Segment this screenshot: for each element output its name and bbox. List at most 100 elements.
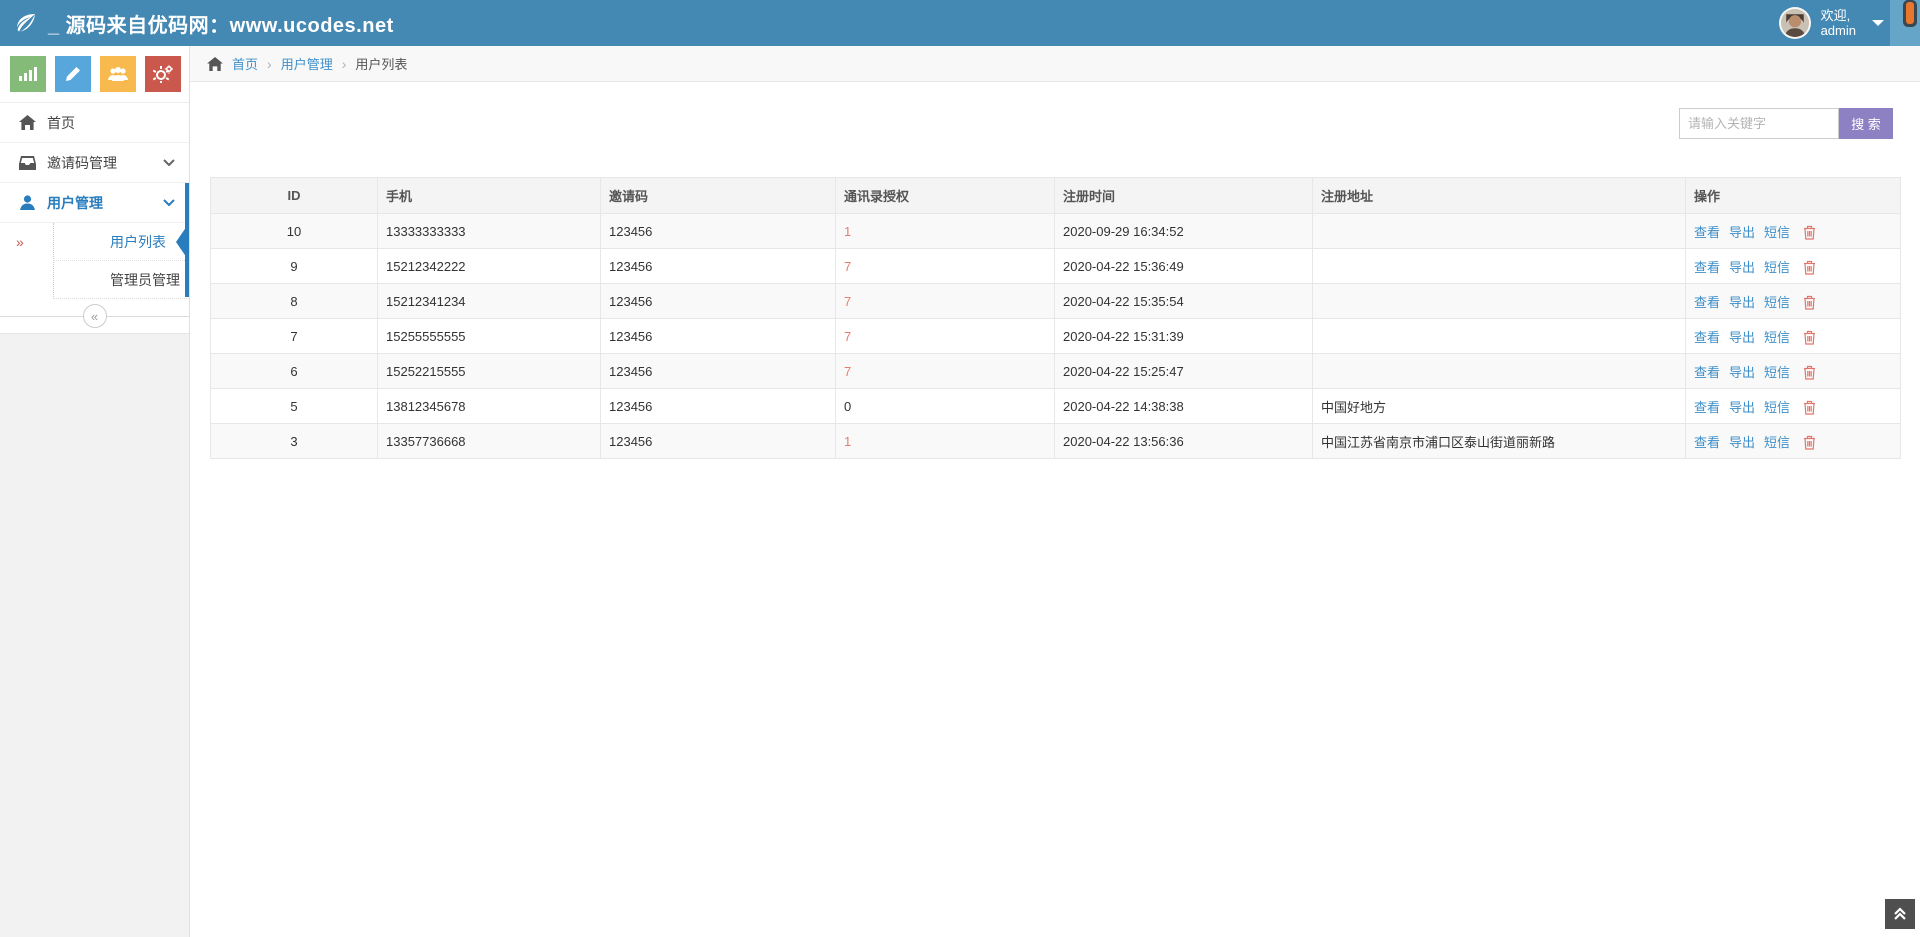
cell-contacts-auth: 7 [836,354,1055,389]
sms-link[interactable]: 短信 [1764,295,1790,310]
cell-phone: 15212342222 [378,249,601,284]
table-row: 61525221555512345672020-04-22 15:25:47查看… [211,354,1901,389]
cell-actions: 查看导出短信 [1686,354,1901,389]
table-row: 51381234567812345602020-04-22 14:38:38中国… [211,389,1901,424]
view-link[interactable]: 查看 [1694,365,1720,380]
breadcrumb-home-link[interactable]: 首页 [232,54,258,73]
cell-invite-code: 123456 [601,389,836,424]
search-input[interactable] [1679,108,1839,139]
view-link[interactable]: 查看 [1694,225,1720,240]
cell-contacts-auth: 1 [836,424,1055,459]
trash-icon [1803,330,1816,345]
cell-register-time: 2020-04-22 13:56:36 [1055,424,1313,459]
users-icon [108,66,128,82]
sms-link[interactable]: 短信 [1764,365,1790,380]
column-header-contacts-auth: 通讯录授权 [836,178,1055,214]
delete-button[interactable] [1803,295,1816,310]
sidebar-item-label: 管理员管理 [110,270,180,290]
cell-register-time: 2020-04-22 15:36:49 [1055,249,1313,284]
cell-invite-code: 123456 [601,424,836,459]
view-link[interactable]: 查看 [1694,330,1720,345]
cell-actions: 查看导出短信 [1686,389,1901,424]
scrollbar-thumb-inner [1906,2,1914,24]
sms-link[interactable]: 短信 [1764,225,1790,240]
search-button[interactable]: 搜 索 [1839,108,1893,139]
view-link[interactable]: 查看 [1694,400,1720,415]
column-header-register-address: 注册地址 [1313,178,1686,214]
avatar-photo [1781,9,1809,37]
column-header-invite-code: 邀请码 [601,178,836,214]
delete-button[interactable] [1803,435,1816,450]
sidebar-item-user-management[interactable]: 用户管理 [0,183,189,223]
bar-chart-icon [19,66,37,82]
avatar[interactable] [1779,7,1811,39]
cell-id: 7 [211,319,378,354]
cell-contacts-auth: 7 [836,319,1055,354]
cell-phone: 13812345678 [378,389,601,424]
sms-link[interactable]: 短信 [1764,330,1790,345]
sidebar-item-invite-codes[interactable]: 邀请码管理 [0,143,189,183]
sms-link[interactable]: 短信 [1764,435,1790,450]
export-link[interactable]: 导出 [1729,365,1755,380]
sidebar-item-home[interactable]: 首页 [0,103,189,143]
cell-register-time: 2020-04-22 15:31:39 [1055,319,1313,354]
main-content: 首页 › 用户管理 › 用户列表 搜 索 ID 手机 邀请码 通讯录授权 注册时… [190,46,1920,937]
home-icon [17,115,37,130]
delete-button[interactable] [1803,260,1816,275]
chart-shortcut-button[interactable] [10,56,46,92]
export-link[interactable]: 导出 [1729,295,1755,310]
breadcrumb-current: 用户列表 [355,54,407,73]
cell-phone: 15212341234 [378,284,601,319]
cell-phone: 15255555555 [378,319,601,354]
delete-button[interactable] [1803,225,1816,240]
submenu-user-management: » 用户列表 管理员管理 [0,223,189,299]
chevron-down-icon [163,159,175,166]
column-header-actions: 操作 [1686,178,1901,214]
users-shortcut-button[interactable] [100,56,136,92]
export-link[interactable]: 导出 [1729,225,1755,240]
caret-down-icon[interactable] [1872,20,1884,26]
shortcut-buttons [0,46,189,103]
user-menu[interactable]: 欢迎, admin [1779,0,1884,46]
brand-title: _ 源码来自优码网：www.ucodes.net [48,9,394,38]
cell-register-address [1313,319,1686,354]
sidebar-item-admin-management[interactable]: 管理员管理 [0,261,189,299]
active-arrow [176,223,189,261]
collapse-icon[interactable]: « [83,304,107,328]
double-angle-right-icon: » [16,234,24,250]
trash-icon [1803,295,1816,310]
sms-link[interactable]: 短信 [1764,260,1790,275]
export-link[interactable]: 导出 [1729,400,1755,415]
delete-button[interactable] [1803,330,1816,345]
brand: _ 源码来自优码网：www.ucodes.net [0,9,394,38]
username: admin [1821,23,1856,38]
user-table: ID 手机 邀请码 通讯录授权 注册时间 注册地址 操作 10133333333… [210,177,1901,459]
settings-shortcut-button[interactable] [145,56,181,92]
view-link[interactable]: 查看 [1694,295,1720,310]
export-link[interactable]: 导出 [1729,260,1755,275]
view-link[interactable]: 查看 [1694,435,1720,450]
delete-button[interactable] [1803,365,1816,380]
sidebar-item-label: 用户管理 [47,193,103,213]
cell-register-address [1313,249,1686,284]
cell-contacts-auth: 1 [836,214,1055,249]
export-link[interactable]: 导出 [1729,330,1755,345]
export-link[interactable]: 导出 [1729,435,1755,450]
sms-link[interactable]: 短信 [1764,400,1790,415]
column-header-phone: 手机 [378,178,601,214]
back-to-top-button[interactable] [1885,899,1915,929]
edit-shortcut-button[interactable] [55,56,91,92]
cell-actions: 查看导出短信 [1686,249,1901,284]
cell-register-address: 中国好地方 [1313,389,1686,424]
sidebar-item-user-list[interactable]: » 用户列表 [0,223,189,261]
table-row: 81521234123412345672020-04-22 15:35:54查看… [211,284,1901,319]
cell-register-address: 中国江苏省南京市浦口区泰山街道丽新路 [1313,424,1686,459]
scrollbar-thumb[interactable] [1903,0,1917,27]
sidebar-collapse-button[interactable]: « [0,299,189,333]
inbox-icon [17,156,37,170]
breadcrumb-user-management-link[interactable]: 用户管理 [281,54,333,73]
delete-button[interactable] [1803,400,1816,415]
table-header: ID 手机 邀请码 通讯录授权 注册时间 注册地址 操作 [211,178,1901,214]
cell-id: 9 [211,249,378,284]
view-link[interactable]: 查看 [1694,260,1720,275]
